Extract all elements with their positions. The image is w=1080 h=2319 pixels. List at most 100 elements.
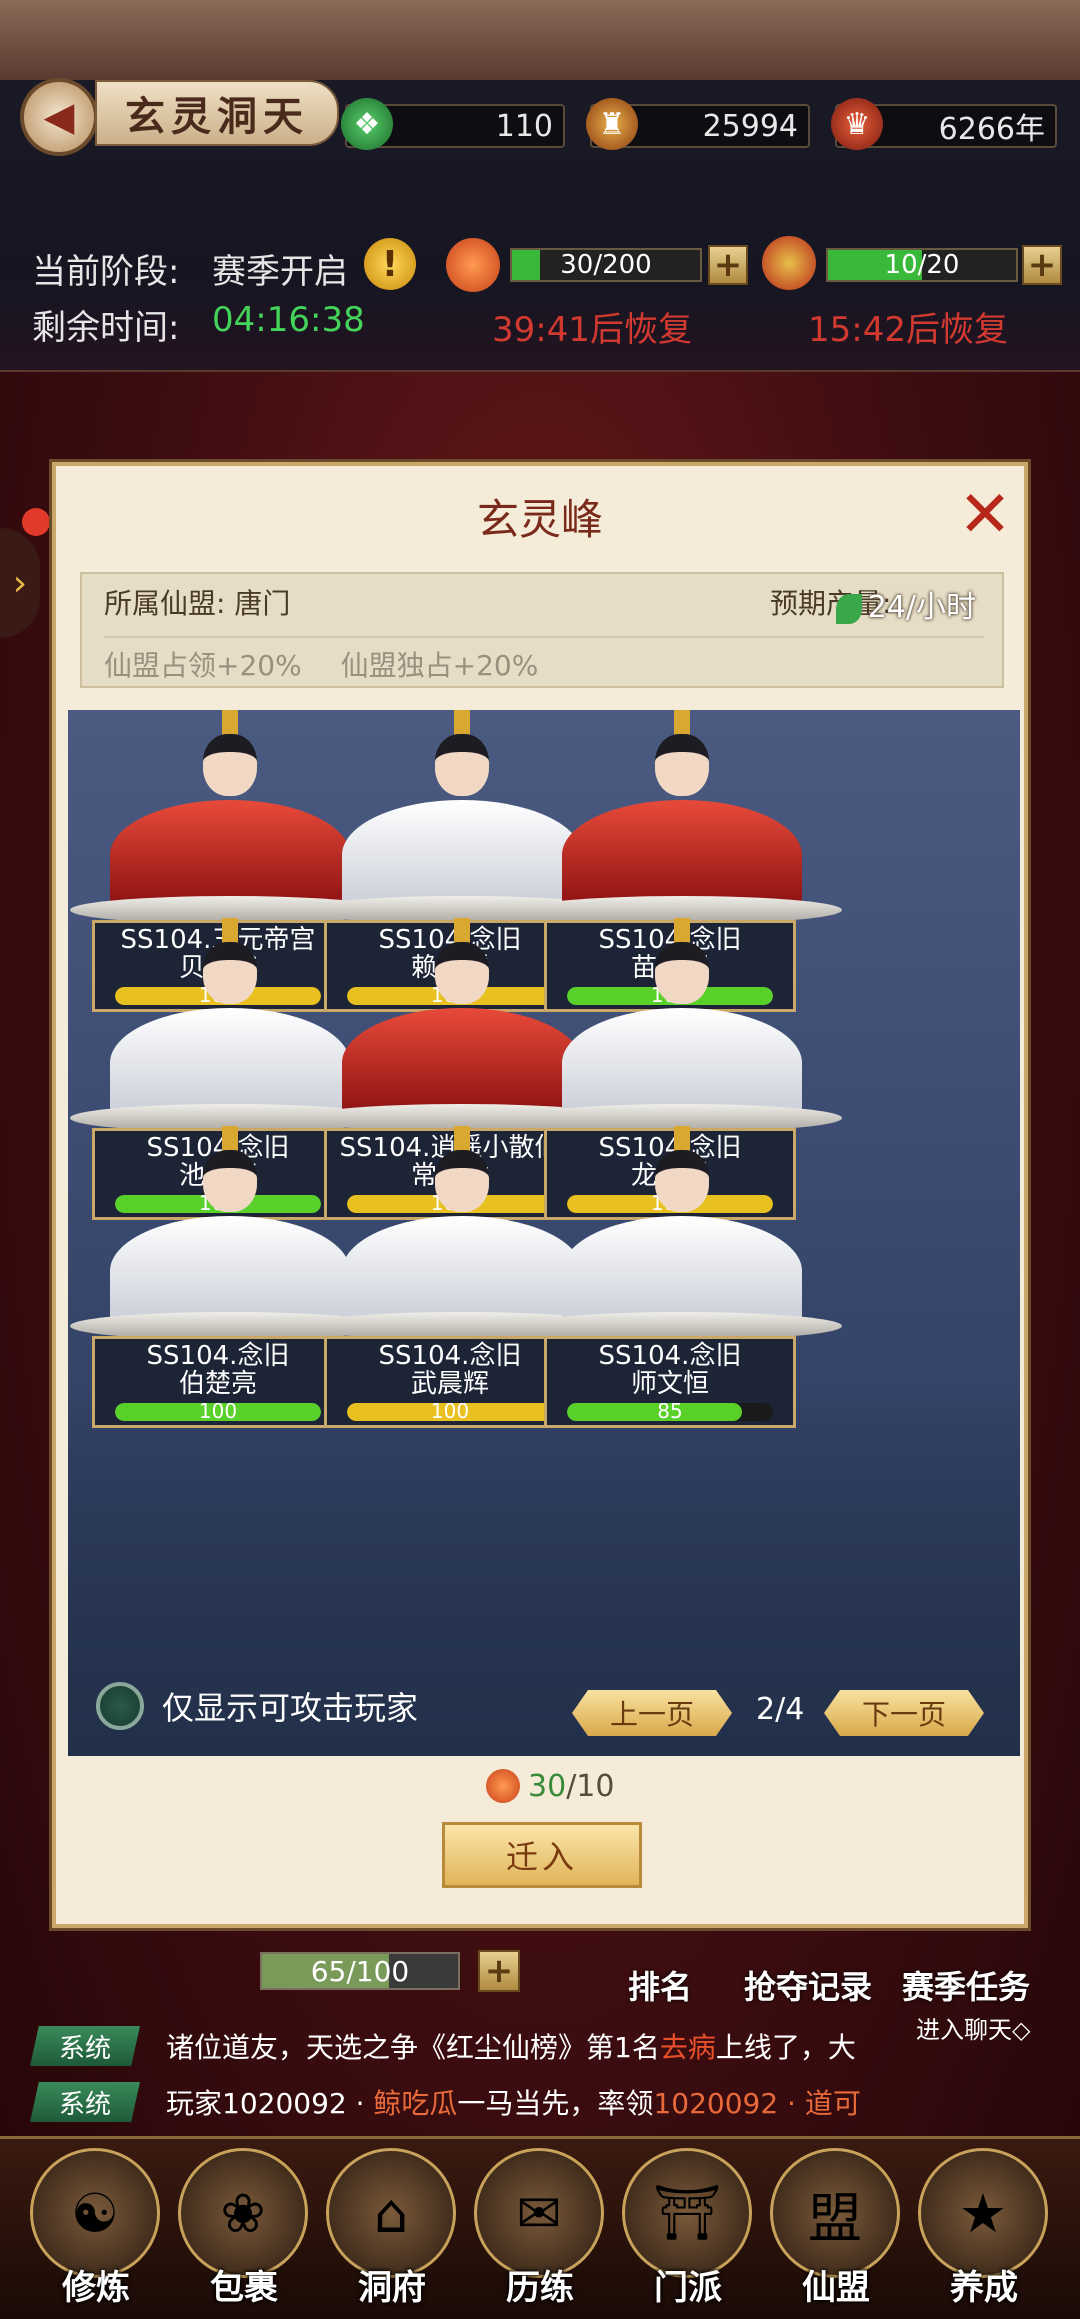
- player-server: SS104.念旧: [598, 1341, 742, 1371]
- alliance-icon: 盟: [770, 2148, 900, 2278]
- cost-required: /10: [566, 1768, 615, 1804]
- nav-alliance[interactable]: 盟仙盟: [766, 2148, 906, 2308]
- progress-plus-button[interactable]: +: [478, 1950, 520, 1992]
- nav-label: 仙盟: [802, 2268, 870, 2308]
- nav-sect[interactable]: ⛩ 门派: [618, 2148, 758, 2308]
- player-head: [203, 942, 257, 1004]
- nav-scroll[interactable]: ✉ 历练: [470, 2148, 610, 2308]
- close-icon[interactable]: ✕: [954, 483, 1016, 547]
- record-tab[interactable]: 抢夺记录: [744, 1962, 872, 2008]
- player-figure: [552, 710, 812, 910]
- player-name: 师文恒: [630, 1369, 709, 1399]
- enter-button[interactable]: 迁入: [442, 1822, 642, 1888]
- info-box: 所属仙盟: 唐门 预期产量: 24/小时 仙盟占领+20% 仙盟独占+20%: [80, 572, 1004, 688]
- nav-cultivator[interactable]: ☯ 修炼: [26, 2148, 166, 2308]
- bonus-row: 仙盟占领+20% 仙盟独占+20%: [104, 636, 984, 682]
- chat-tag: 系统: [30, 2082, 140, 2122]
- pentagram-icon: ★: [918, 2148, 1048, 2278]
- energy-2-plus-button[interactable]: +: [1022, 245, 1062, 285]
- nav-bag[interactable]: ❀ 包裹: [174, 2148, 314, 2308]
- page-title: 玄灵洞天: [95, 80, 339, 146]
- player-hp-value: 85: [657, 1403, 683, 1421]
- notification-dot: [22, 508, 50, 536]
- bag-icon: ❀: [178, 2148, 308, 2278]
- token-icon: [762, 236, 816, 290]
- gold-token-icon: ♜: [586, 98, 638, 150]
- bonus-exclusive: 仙盟独占+20%: [340, 649, 539, 682]
- player-robe: [562, 1216, 802, 1326]
- nav-label: 门派: [654, 2268, 722, 2308]
- resource-lifespan: ♛ 6266年: [831, 98, 1057, 150]
- jade-icon: ❖: [341, 98, 393, 150]
- info-row: 所属仙盟: 唐门 预期产量: 24/小时: [104, 582, 984, 628]
- prev-page-button[interactable]: 上一页: [572, 1690, 732, 1736]
- player-robe: [562, 800, 802, 910]
- player-head: [655, 1150, 709, 1212]
- energy-2-recover: 15:42后恢复: [808, 310, 1008, 350]
- back-arrow-icon[interactable]: ◀: [20, 78, 98, 156]
- player-head: [203, 734, 257, 796]
- player-robe: [562, 1008, 802, 1118]
- next-page-button[interactable]: 下一页: [824, 1690, 984, 1736]
- player-hp-bar: 100: [115, 1403, 321, 1421]
- player-hp-value: 100: [198, 1403, 238, 1421]
- player-figure: [552, 1126, 812, 1326]
- player-head: [203, 1150, 257, 1212]
- jade-leaf-icon: [835, 593, 862, 624]
- energy-1-plus-button[interactable]: +: [708, 245, 748, 285]
- player-card[interactable]: SS104.念旧 师文恒 85: [522, 1126, 842, 1434]
- time-value: 04:16:38: [212, 300, 365, 340]
- nav-label: 洞府: [358, 2268, 426, 2308]
- lifespan-icon: ♛: [831, 98, 883, 150]
- player-hp-bar: 85: [567, 1403, 773, 1421]
- chat-line: 系统 玩家1020092 · 鲸吃瓜一马当先，率领1020092 · 道可: [30, 2078, 861, 2126]
- filter-radio[interactable]: [96, 1682, 144, 1730]
- bonus-occupy: 仙盟占领+20%: [104, 649, 302, 682]
- season-task-tab[interactable]: 赛季任务: [902, 1962, 1030, 2008]
- player-head: [435, 942, 489, 1004]
- cultivator-icon: ☯: [30, 2148, 160, 2278]
- page-indicator: 2/4: [756, 1692, 805, 1727]
- enter-chat-link[interactable]: 进入聊天◇: [916, 2010, 1030, 2045]
- chat-tag: 系统: [30, 2026, 140, 2066]
- resource-jade: ❖ 110: [341, 98, 565, 150]
- chat-text: 诸位道友，天选之争《红尘仙榜》第1名去病上线了，大: [166, 2031, 856, 2064]
- nav-label: 养成: [950, 2268, 1018, 2308]
- cost-display: 30 /10: [486, 1766, 614, 1806]
- progress-bar: 65/100: [260, 1952, 460, 1990]
- energy-1-recover: 39:41后恢复: [492, 310, 692, 350]
- cost-current: 30: [528, 1768, 567, 1804]
- player-head: [655, 942, 709, 1004]
- chat-text: 玩家1020092 · 鲸吃瓜一马当先，率领1020092 · 道可: [166, 2087, 861, 2120]
- nav-cave[interactable]: ⌂ 洞府: [322, 2148, 462, 2308]
- player-head: [435, 1150, 489, 1212]
- chat-line: 系统 诸位道友，天选之争《红尘仙榜》第1名去病上线了，大: [30, 2022, 856, 2070]
- resource-gold: ♜ 25994: [586, 98, 810, 150]
- nav-label: 历练: [506, 2268, 574, 2308]
- energy-orb-icon: [446, 238, 500, 292]
- alliance-label: 所属仙盟:: [104, 587, 226, 620]
- player-head: [435, 734, 489, 796]
- alliance-value: 唐门: [234, 587, 291, 620]
- sect-icon: ⛩: [622, 2148, 752, 2278]
- energy-bar-2: 10/20: [826, 248, 1018, 282]
- exclamation-icon[interactable]: !: [364, 238, 416, 290]
- top-strip: [0, 0, 1080, 80]
- filter-toggle[interactable]: 仅显示可攻击玩家: [96, 1678, 418, 1734]
- scroll-icon: ✉: [474, 2148, 604, 2278]
- time-label: 剩余时间:: [32, 308, 180, 348]
- cave-icon: ⌂: [326, 2148, 456, 2278]
- energy-bar-1: 30/200: [510, 248, 702, 282]
- stage-value: 赛季开启: [212, 252, 348, 292]
- nav-label: 包裹: [210, 2268, 278, 2308]
- energy-orb-icon: [486, 1769, 520, 1803]
- player-nameplate: SS104.念旧 师文恒 85: [544, 1336, 796, 1428]
- production-value: 24/小时: [867, 590, 976, 625]
- player-head: [655, 734, 709, 796]
- rank-tab[interactable]: 排名: [628, 1962, 692, 2008]
- player-figure: [552, 918, 812, 1118]
- stage-label: 当前阶段:: [32, 252, 180, 292]
- player-grid: SS104.三元帝宫贝俊博100SS104.念旧赖文韬100SS104.念旧苗思…: [68, 710, 1020, 1756]
- peak-modal: 玄灵峰 ✕ 所属仙盟: 唐门 预期产量: 24/小时 仙盟占领+20% 仙盟独占…: [52, 462, 1028, 1928]
- nav-pentagram[interactable]: ★ 养成: [914, 2148, 1054, 2308]
